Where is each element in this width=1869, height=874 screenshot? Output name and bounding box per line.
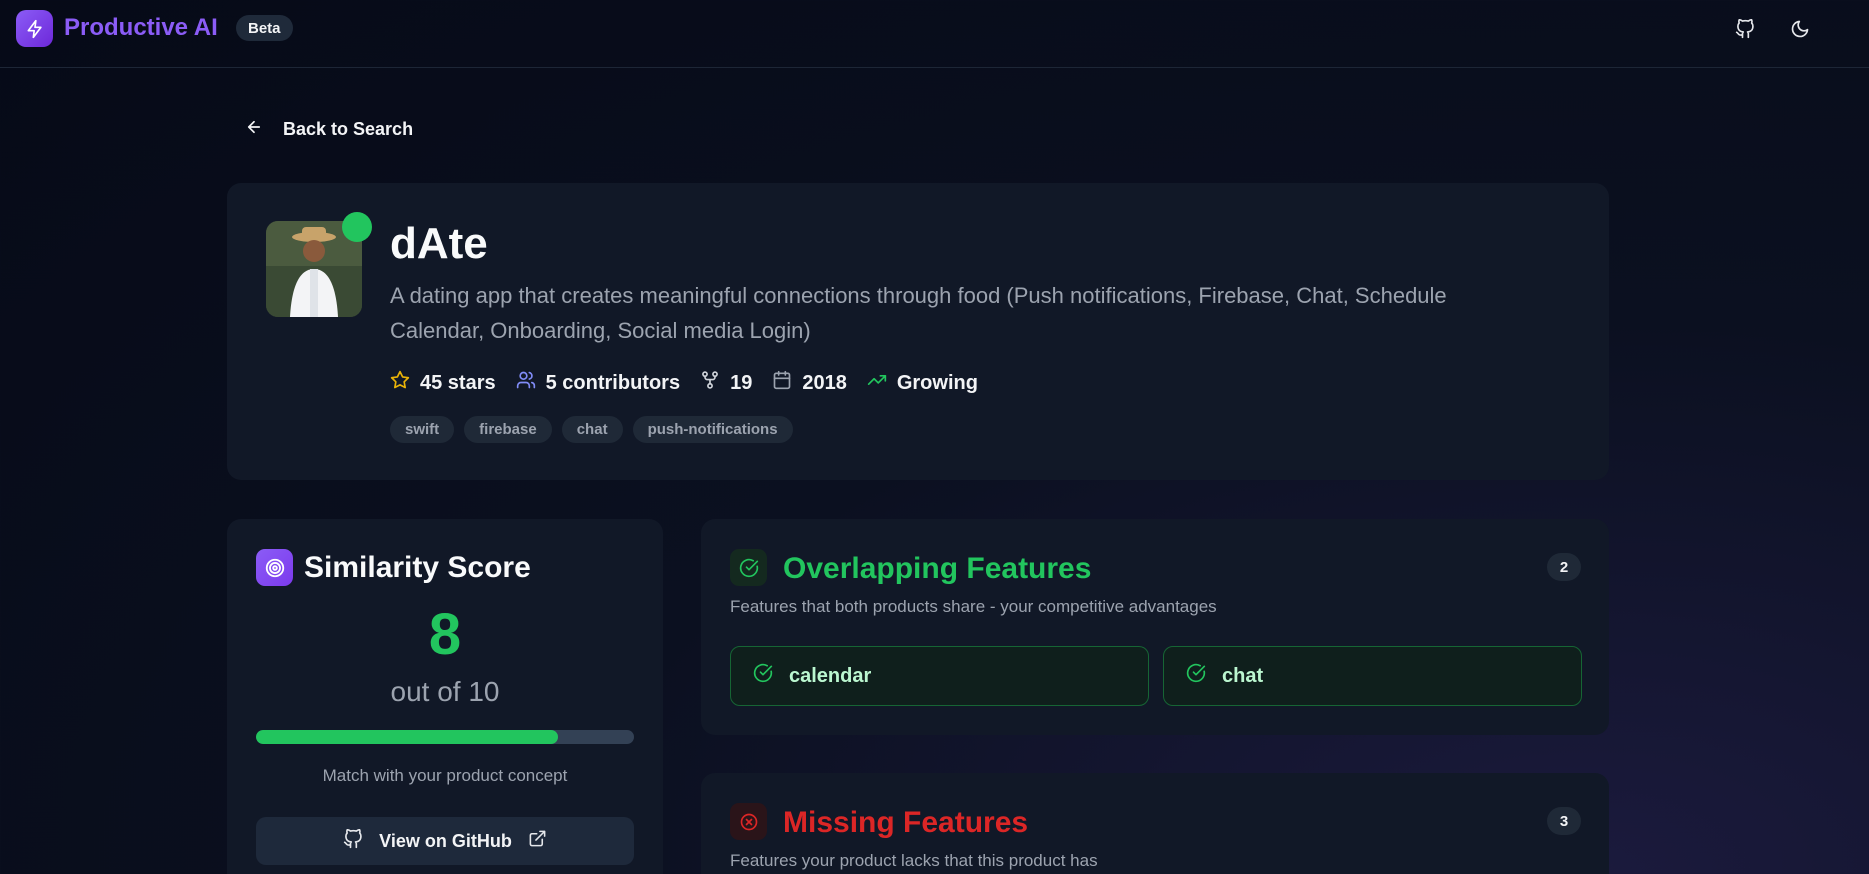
missing-count-badge: 3 [1547, 807, 1581, 835]
external-link-icon [528, 829, 547, 853]
github-button-label: View on GitHub [379, 830, 512, 851]
similarity-score: 8 [428, 602, 462, 667]
top-bar: Productive AI Beta [0, 0, 1869, 68]
calendar-icon [772, 370, 792, 396]
back-label: Back to Search [283, 119, 414, 139]
arrow-left-icon [245, 118, 263, 141]
brand-name[interactable]: Productive AI [64, 14, 218, 42]
x-circle-icon [730, 803, 767, 840]
target-icon [256, 549, 293, 586]
contributors-count: 5 contributors [545, 371, 681, 394]
check-circle-icon [1186, 663, 1206, 689]
feature-label: chat [1222, 664, 1264, 687]
repo-header-card: dAte A dating app that creates meaningfu… [227, 183, 1609, 480]
trend-stat: Growing [867, 370, 978, 396]
tag-chat[interactable]: chat [561, 416, 623, 443]
forks-count: 19 [730, 371, 753, 394]
overlapping-features-subtitle: Features that both products share - your… [730, 597, 1217, 616]
repo-title: dAte [390, 219, 488, 268]
feature-chip-chat: chat [1163, 646, 1582, 706]
similarity-progress-bar [256, 730, 634, 744]
back-to-search-link[interactable]: Back to Search [245, 118, 413, 141]
tag-push-notifications[interactable]: push-notifications [632, 416, 793, 443]
overlapping-count-badge: 2 [1547, 553, 1581, 581]
created-year: 2018 [802, 371, 847, 394]
score-scale: out of 10 [390, 676, 500, 707]
stars-count: 45 stars [420, 371, 496, 394]
star-icon [390, 370, 410, 396]
trend-label: Growing [896, 371, 978, 394]
trending-up-icon [867, 370, 887, 396]
tag-list: swift firebase chat push-notifications [390, 416, 793, 443]
missing-features-subtitle: Features your product lacks that this pr… [730, 851, 1098, 870]
similarity-card: Similarity Score 8 out of 10 Match with … [227, 519, 663, 874]
users-icon [516, 370, 536, 396]
online-status-dot [342, 212, 372, 242]
github-icon [343, 828, 363, 854]
similarity-caption: Match with your product concept [322, 766, 568, 785]
fork-icon [700, 370, 720, 396]
forks-stat: 19 [700, 370, 752, 396]
missing-features-title: Missing Features [783, 806, 1029, 839]
lightning-icon[interactable] [16, 10, 53, 47]
tag-swift[interactable]: swift [390, 416, 455, 443]
view-on-github-button[interactable]: View on GitHub [256, 817, 634, 865]
missing-features-card: Missing Features Features your product l… [701, 773, 1609, 874]
github-icon[interactable] [1732, 16, 1758, 42]
feature-chip-calendar: calendar [730, 646, 1149, 706]
tag-firebase[interactable]: firebase [464, 416, 552, 443]
check-circle-icon [753, 663, 773, 689]
overlapping-features-title: Overlapping Features [783, 552, 1092, 585]
moon-icon[interactable] [1787, 16, 1813, 42]
beta-badge: Beta [236, 15, 293, 41]
stars-stat: 45 stars [390, 370, 496, 396]
repo-description: A dating app that creates meaningful con… [390, 283, 1447, 343]
check-circle-icon [730, 549, 767, 586]
feature-label: calendar [789, 664, 872, 687]
similarity-title: Similarity Score [304, 551, 531, 584]
year-stat: 2018 [772, 370, 847, 396]
repo-stats: 45 stars 5 contributors 19 2018 Growing [390, 370, 978, 396]
overlapping-features-card: Overlapping Features Features that both … [701, 519, 1609, 735]
contributors-stat: 5 contributors [516, 370, 680, 396]
similarity-progress-fill [256, 730, 559, 744]
